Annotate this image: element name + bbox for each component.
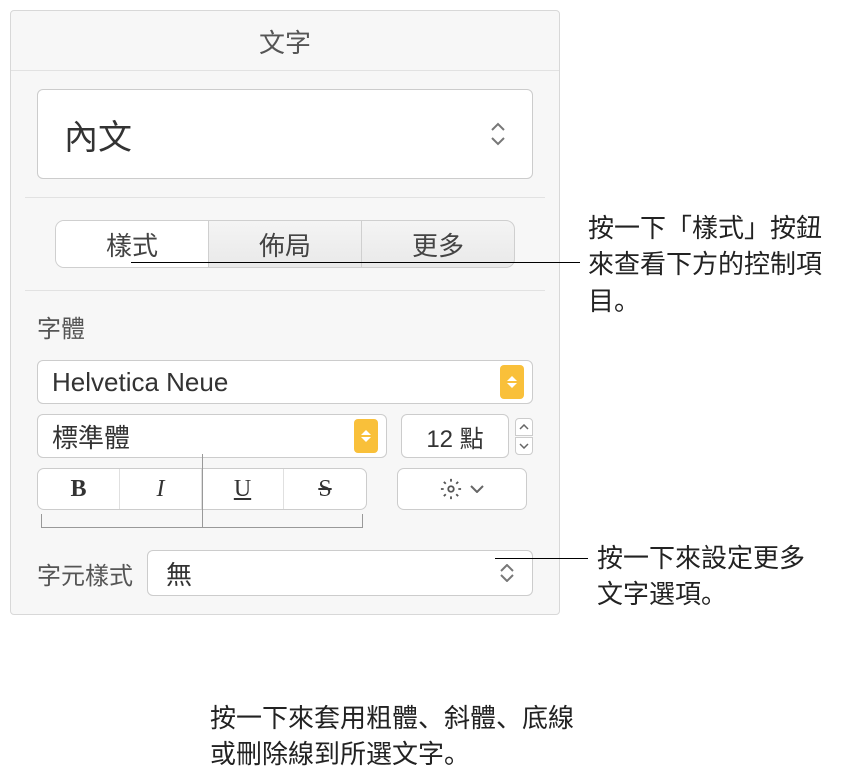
callout-format: 按一下來套用粗體、斜體、底線或刪除線到所選文字。 [210,700,580,773]
chevron-updown-icon [490,122,506,146]
callout-line [495,558,588,559]
format-panel: 文字 內文 樣式 佈局 更多 字體 Helvetica Neue [10,10,560,615]
callout-line [131,262,580,263]
tab-more[interactable]: 更多 [362,221,514,267]
gear-icon [440,478,462,500]
char-style-label: 字元樣式 [37,556,133,591]
font-weight-value: 標準體 [52,418,130,455]
stepper-arrows [515,414,533,458]
tab-more-label: 更多 [412,226,464,263]
advanced-options-button[interactable] [397,468,527,510]
font-section: 字體 Helvetica Neue 標準體 12 點 [11,291,559,614]
chevron-updown-icon [500,365,524,399]
tab-style[interactable]: 樣式 [56,221,209,267]
callout-style-tab: 按一下「樣式」按鈕來查看下方的控制項目。 [588,210,833,319]
callout-bracket [41,514,363,528]
tab-layout[interactable]: 佈局 [209,221,362,267]
tab-layout-label: 佈局 [259,226,311,263]
format-tabs: 樣式 佈局 更多 [55,220,515,268]
paragraph-style-value: 內文 [64,110,132,159]
font-size-stepper: 12 點 [401,414,533,458]
font-size-value: 12 點 [426,419,483,454]
chevron-updown-icon [354,419,378,453]
font-weight-select[interactable]: 標準體 [37,414,387,458]
paragraph-style-dropdown[interactable]: 內文 [37,89,533,179]
paragraph-style-section: 內文 [11,71,559,197]
chevron-down-icon [470,485,484,493]
font-size-input[interactable]: 12 點 [401,414,509,458]
font-section-label: 字體 [37,309,533,344]
font-family-select[interactable]: Helvetica Neue [37,360,533,404]
stepper-down-button[interactable] [515,437,533,455]
chevron-updown-icon [500,564,514,582]
strikethrough-button[interactable]: S [284,469,366,509]
tab-style-label: 樣式 [106,226,158,263]
tabs-section: 樣式 佈局 更多 [11,198,559,290]
underline-button[interactable]: U [202,469,284,509]
stepper-up-button[interactable] [515,418,533,436]
char-style-value: 無 [166,555,192,592]
panel-title: 文字 [11,11,559,71]
char-style-select[interactable]: 無 [147,550,533,596]
italic-button[interactable]: I [120,469,202,509]
callout-gear: 按一下來設定更多文字選項。 [597,540,827,613]
font-family-value: Helvetica Neue [52,367,228,398]
bold-button[interactable]: B [38,469,120,509]
